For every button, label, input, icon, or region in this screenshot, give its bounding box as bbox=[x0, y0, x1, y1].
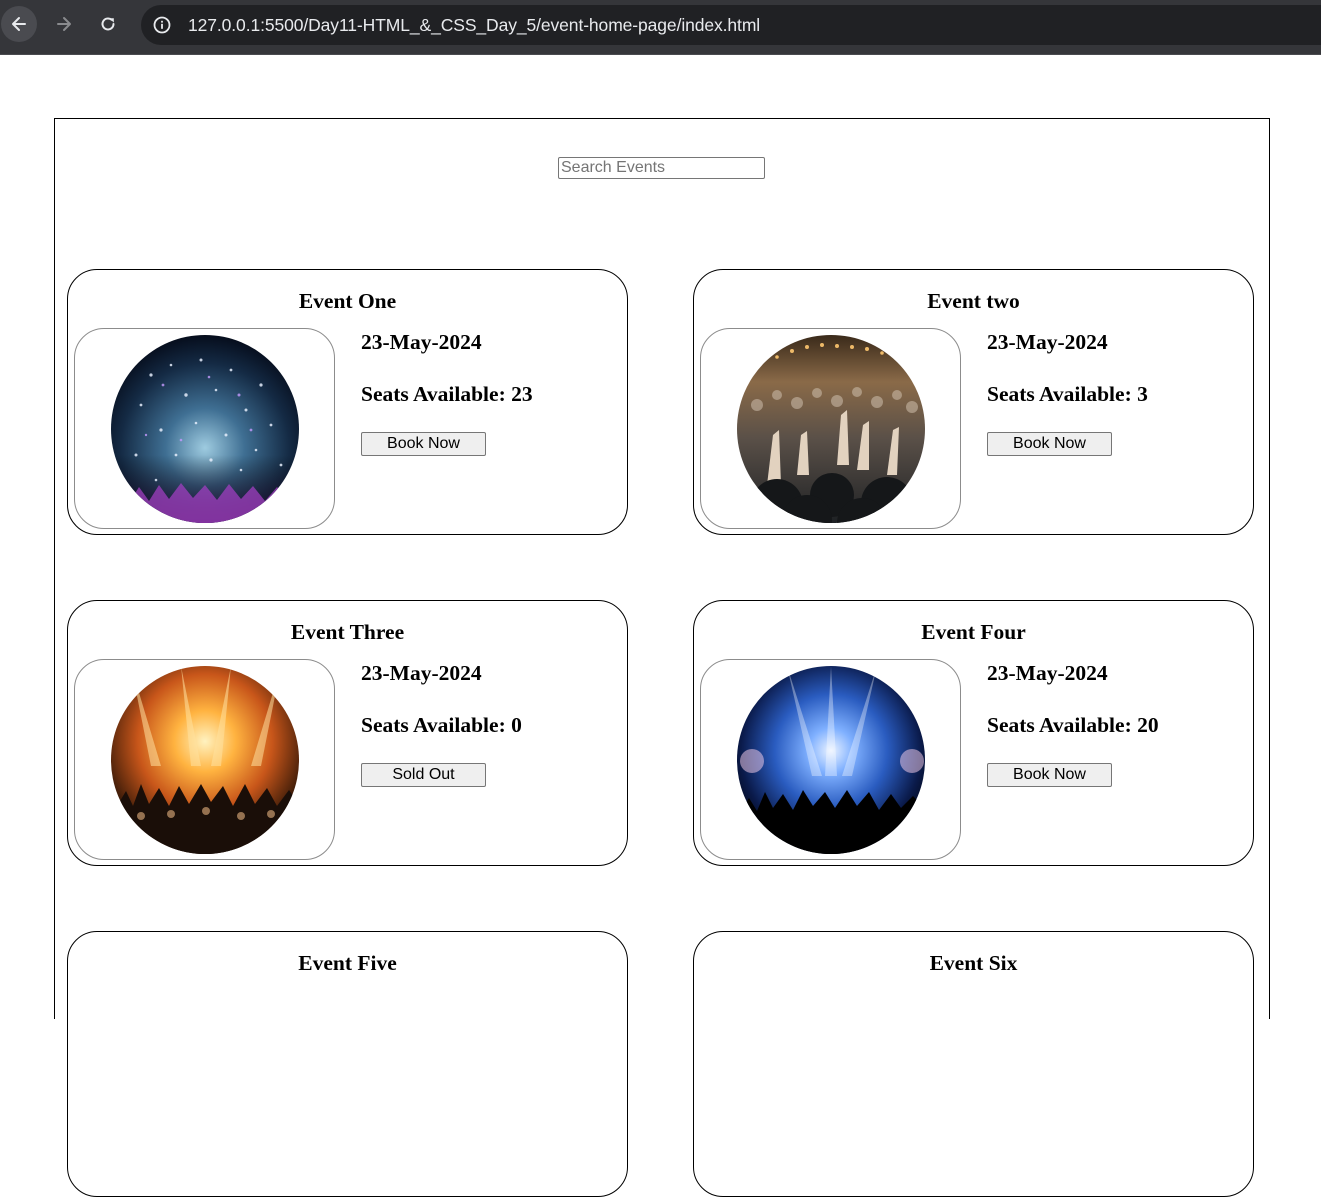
event-title: Event One bbox=[298, 289, 397, 313]
forward-button[interactable] bbox=[46, 6, 82, 42]
event-card: Event Six bbox=[693, 931, 1254, 1197]
url-text[interactable]: 127.0.0.1:5500/Day11-HTML_&_CSS_Day_5/ev… bbox=[188, 15, 760, 35]
reload-icon bbox=[101, 17, 115, 31]
event-card: Event two 23-May-2024 Seats Available: 3… bbox=[693, 269, 1254, 535]
event-title: Event Five bbox=[298, 951, 397, 975]
event-date: 23-May-2024 bbox=[987, 330, 1108, 354]
event-card: Event Five bbox=[67, 931, 628, 1197]
event-title: Event Three bbox=[290, 620, 405, 644]
browser-toolbar: 127.0.0.1:5500/Day11-HTML_&_CSS_Day_5/ev… bbox=[0, 0, 1321, 55]
event-date: 23-May-2024 bbox=[361, 330, 482, 354]
seats-available: Seats Available: 23 bbox=[361, 382, 533, 406]
book-now-button[interactable]: Book Now bbox=[987, 432, 1112, 456]
arrow-right-icon bbox=[57, 17, 71, 31]
event-date: 23-May-2024 bbox=[361, 661, 482, 685]
event-image bbox=[737, 335, 925, 523]
event-title: Event Six bbox=[929, 951, 1018, 975]
event-card: Event One 23-May-2024 Seats Available: 2… bbox=[67, 269, 628, 535]
search-input[interactable] bbox=[558, 157, 765, 179]
reload-button[interactable] bbox=[90, 6, 126, 42]
event-image-frame bbox=[74, 328, 335, 529]
seats-available: Seats Available: 0 bbox=[361, 713, 522, 737]
address-bar[interactable]: 127.0.0.1:5500/Day11-HTML_&_CSS_Day_5/ev… bbox=[141, 5, 1321, 45]
book-now-button[interactable]: Book Now bbox=[361, 432, 486, 456]
site-info-icon[interactable] bbox=[149, 12, 175, 38]
event-image-frame bbox=[700, 659, 961, 860]
event-card: Event Three 23-May-2024 Seats Available:… bbox=[67, 600, 628, 866]
book-now-button[interactable]: Book Now bbox=[987, 763, 1112, 787]
event-image-frame bbox=[74, 659, 335, 860]
event-image-frame bbox=[700, 328, 961, 529]
event-card: Event Four 23-May-2024 Seats Available: … bbox=[693, 600, 1254, 866]
event-date: 23-May-2024 bbox=[987, 661, 1108, 685]
sold-out-button[interactable]: Sold Out bbox=[361, 763, 486, 787]
event-image bbox=[111, 666, 299, 854]
back-button[interactable] bbox=[1, 6, 37, 42]
event-title: Event two bbox=[927, 289, 1020, 313]
arrow-left-icon bbox=[12, 17, 26, 31]
event-image bbox=[737, 666, 925, 854]
event-image bbox=[111, 335, 299, 523]
events-container: Event One bbox=[54, 118, 1270, 1197]
seats-available: Seats Available: 20 bbox=[987, 713, 1159, 737]
seats-available: Seats Available: 3 bbox=[987, 382, 1148, 406]
event-title: Event Four bbox=[921, 620, 1026, 644]
